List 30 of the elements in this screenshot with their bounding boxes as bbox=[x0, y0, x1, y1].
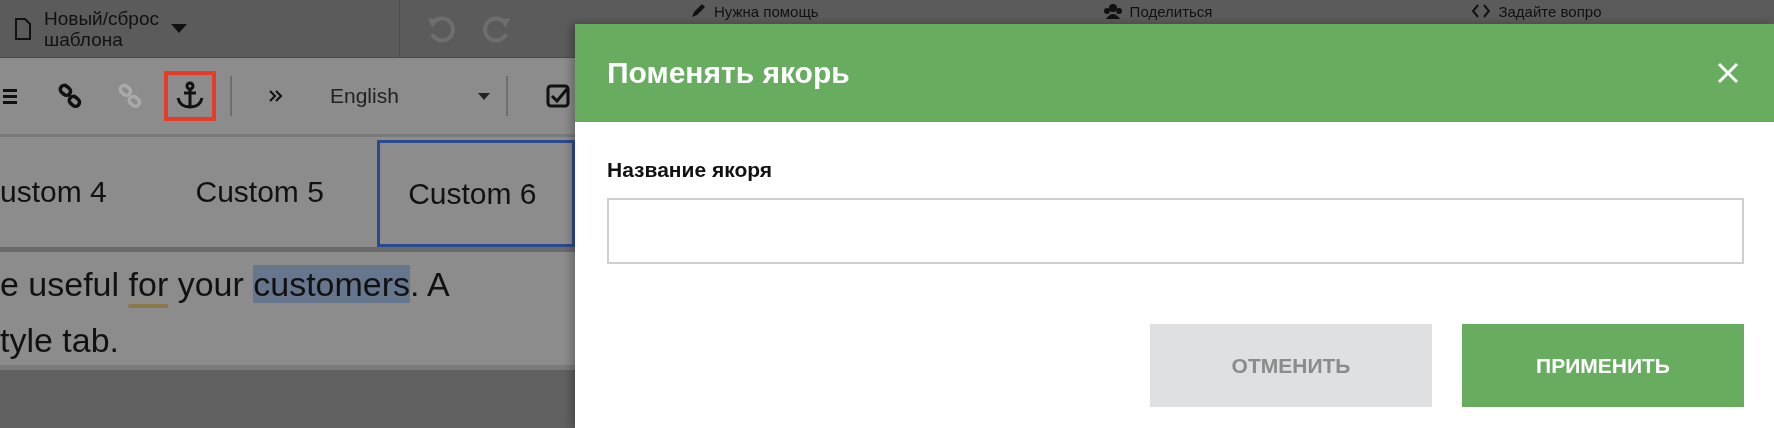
body-text: tyle tab. bbox=[0, 320, 121, 361]
style-tab[interactable]: Custom 6 bbox=[377, 140, 575, 247]
cancel-button[interactable]: ОТМЕНИТЬ bbox=[1150, 324, 1432, 407]
style-tab[interactable]: Custom 5 bbox=[195, 137, 378, 247]
double-chevron-icon bbox=[268, 88, 284, 104]
checkbox-icon[interactable] bbox=[546, 84, 570, 108]
unlink-icon bbox=[117, 83, 143, 109]
anchor-icon bbox=[175, 81, 205, 111]
anchor-button[interactable] bbox=[164, 71, 216, 121]
dialog-title: Поменять якорь bbox=[607, 56, 850, 90]
template-label: Новый/сброс шаблона bbox=[44, 7, 159, 50]
body-text: e useful for your customers. A bbox=[0, 264, 451, 305]
document-icon bbox=[14, 16, 32, 41]
field-label: Название якоря bbox=[607, 158, 774, 182]
apply-button[interactable]: ПРИМЕНИТЬ bbox=[1462, 324, 1744, 407]
help-link[interactable]: Нужна помощь bbox=[690, 0, 819, 22]
code-icon bbox=[1472, 3, 1491, 19]
caret-icon bbox=[478, 92, 490, 100]
pen-icon bbox=[690, 3, 706, 19]
share-link[interactable]: Поделиться bbox=[1103, 0, 1213, 22]
people-icon bbox=[1103, 3, 1122, 19]
ask-link[interactable]: Задайте вопро bbox=[1472, 0, 1602, 22]
style-tab[interactable]: ustom 4 bbox=[0, 137, 196, 247]
template-dropdown[interactable]: Новый/сброс шаблона bbox=[0, 0, 400, 57]
link-icon bbox=[57, 83, 83, 109]
list-icon bbox=[3, 86, 17, 106]
caret-icon bbox=[170, 23, 187, 34]
close-icon bbox=[1717, 62, 1739, 84]
language-dropdown[interactable]: English bbox=[310, 84, 500, 108]
anchor-name-field[interactable] bbox=[607, 198, 1744, 264]
